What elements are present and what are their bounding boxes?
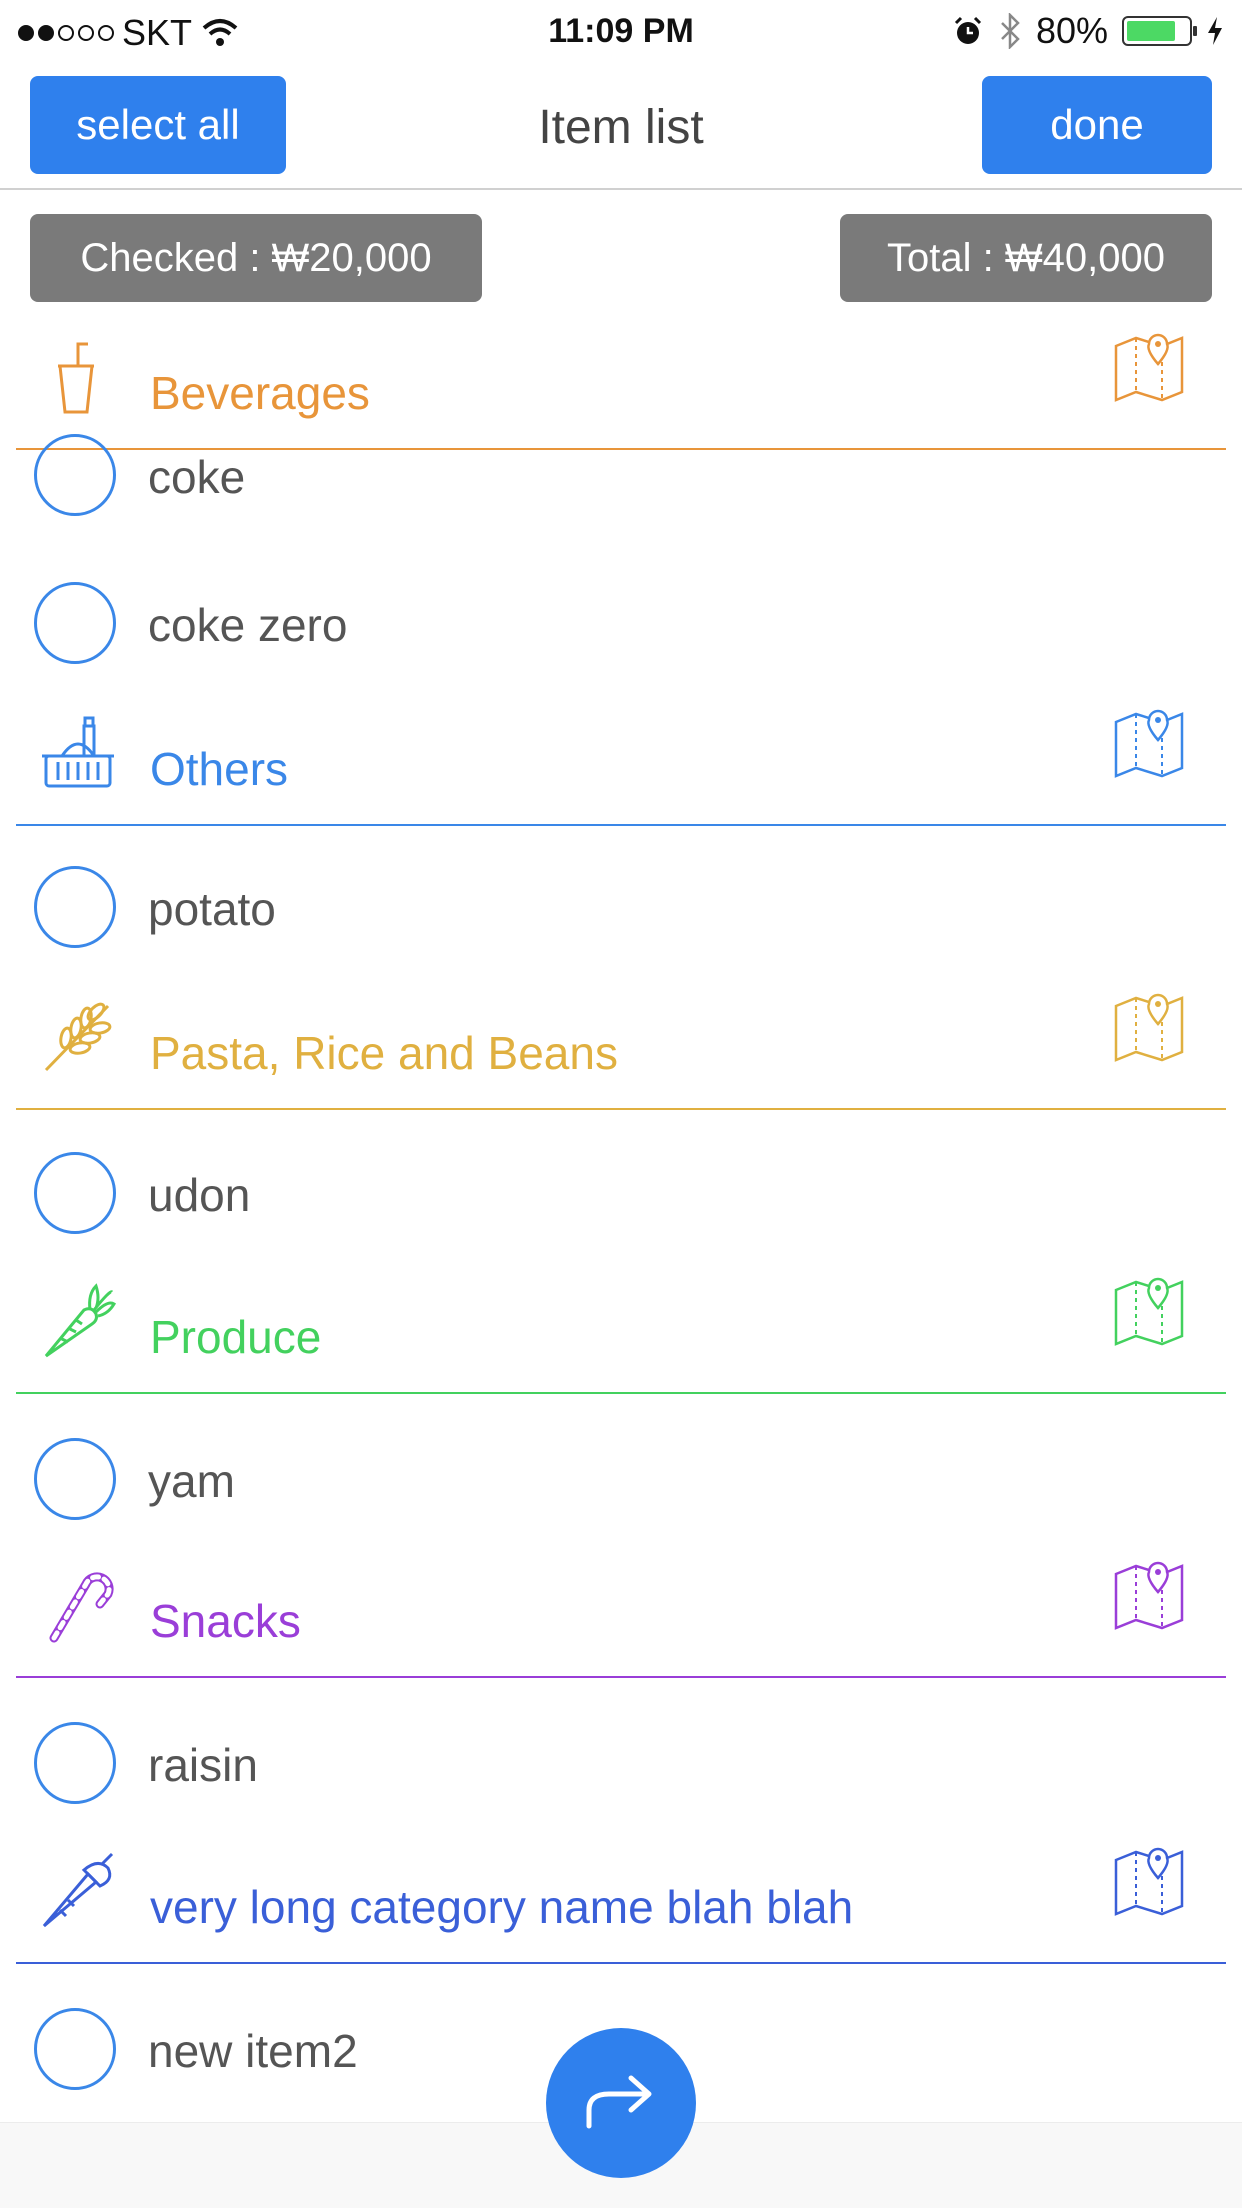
grand-total-badge: Total : ₩40,000 [840, 214, 1212, 302]
item-label: udon [148, 1169, 251, 1221]
category-name: Snacks [150, 1595, 301, 1647]
status-right: 80% [952, 10, 1224, 52]
share-arrow-icon [586, 2075, 652, 2129]
list-item[interactable]: potato [16, 836, 1226, 976]
list-item[interactable]: yam [16, 1408, 1226, 1548]
share-button[interactable] [546, 2028, 696, 2178]
list-item[interactable]: udon [16, 1122, 1226, 1262]
done-button[interactable]: done [982, 76, 1212, 174]
item-checkbox[interactable] [34, 1722, 116, 1804]
category-name: Others [150, 743, 289, 795]
category-header-snacks: Snacks [16, 1558, 1226, 1678]
category-divider [16, 1108, 1226, 1110]
map-pin-icon[interactable] [1112, 1274, 1186, 1348]
category-header-others: Others [16, 706, 1226, 826]
item-label: new item2 [148, 2025, 358, 2077]
list-item[interactable]: raisin [16, 1692, 1226, 1832]
battery-percent: 80% [1035, 10, 1108, 51]
map-pin-icon[interactable] [1112, 1844, 1186, 1918]
item-checkbox[interactable] [34, 866, 116, 948]
category-name: Produce [150, 1311, 322, 1363]
piping-bag-icon [42, 1852, 114, 1928]
category-divider [16, 1392, 1226, 1394]
item-checkbox[interactable] [34, 434, 116, 516]
alarm-icon [954, 16, 981, 44]
list-item[interactable]: coke zero [16, 552, 1226, 692]
category-name: Pasta, Rice and Beans [150, 1027, 618, 1079]
item-checkbox[interactable] [34, 1438, 116, 1520]
bluetooth-icon [1001, 13, 1020, 49]
item-checkbox[interactable] [34, 582, 116, 664]
item-checkbox[interactable] [34, 2008, 116, 2090]
map-pin-icon[interactable] [1112, 990, 1186, 1064]
wheat-icon [44, 1002, 112, 1072]
item-label: coke [148, 451, 246, 503]
status-bar: SKT 11:09 PM 80% [0, 0, 1242, 62]
list-item[interactable]: coke [16, 404, 1226, 544]
category-header-pasta-rice-beans: Pasta, Rice and Beans [16, 990, 1226, 1110]
item-checkbox[interactable] [34, 1152, 116, 1234]
candy-cane-icon [49, 1572, 114, 1643]
map-pin-icon[interactable] [1112, 706, 1186, 780]
item-label: potato [148, 883, 276, 935]
category-name: very long category name blah blah [150, 1881, 854, 1933]
navigation-bar: select all Item list done [0, 62, 1242, 190]
category-header-very-long-category: very long category name blah blah [16, 1844, 1226, 1964]
category-header-produce: Produce [16, 1274, 1226, 1394]
map-pin-icon[interactable] [1112, 330, 1186, 404]
category-divider [16, 1676, 1226, 1678]
item-label: coke zero [148, 599, 348, 651]
charging-bolt-icon [1208, 17, 1222, 45]
checked-total-badge: Checked : ₩20,000 [30, 214, 482, 302]
category-divider [16, 824, 1226, 826]
basket-icon [42, 716, 114, 788]
item-label: raisin [148, 1739, 258, 1791]
map-pin-icon[interactable] [1112, 1558, 1186, 1632]
item-label: yam [148, 1455, 235, 1507]
carrot-icon [44, 1283, 117, 1358]
battery-icon [1122, 16, 1197, 46]
category-divider [16, 1962, 1226, 1964]
